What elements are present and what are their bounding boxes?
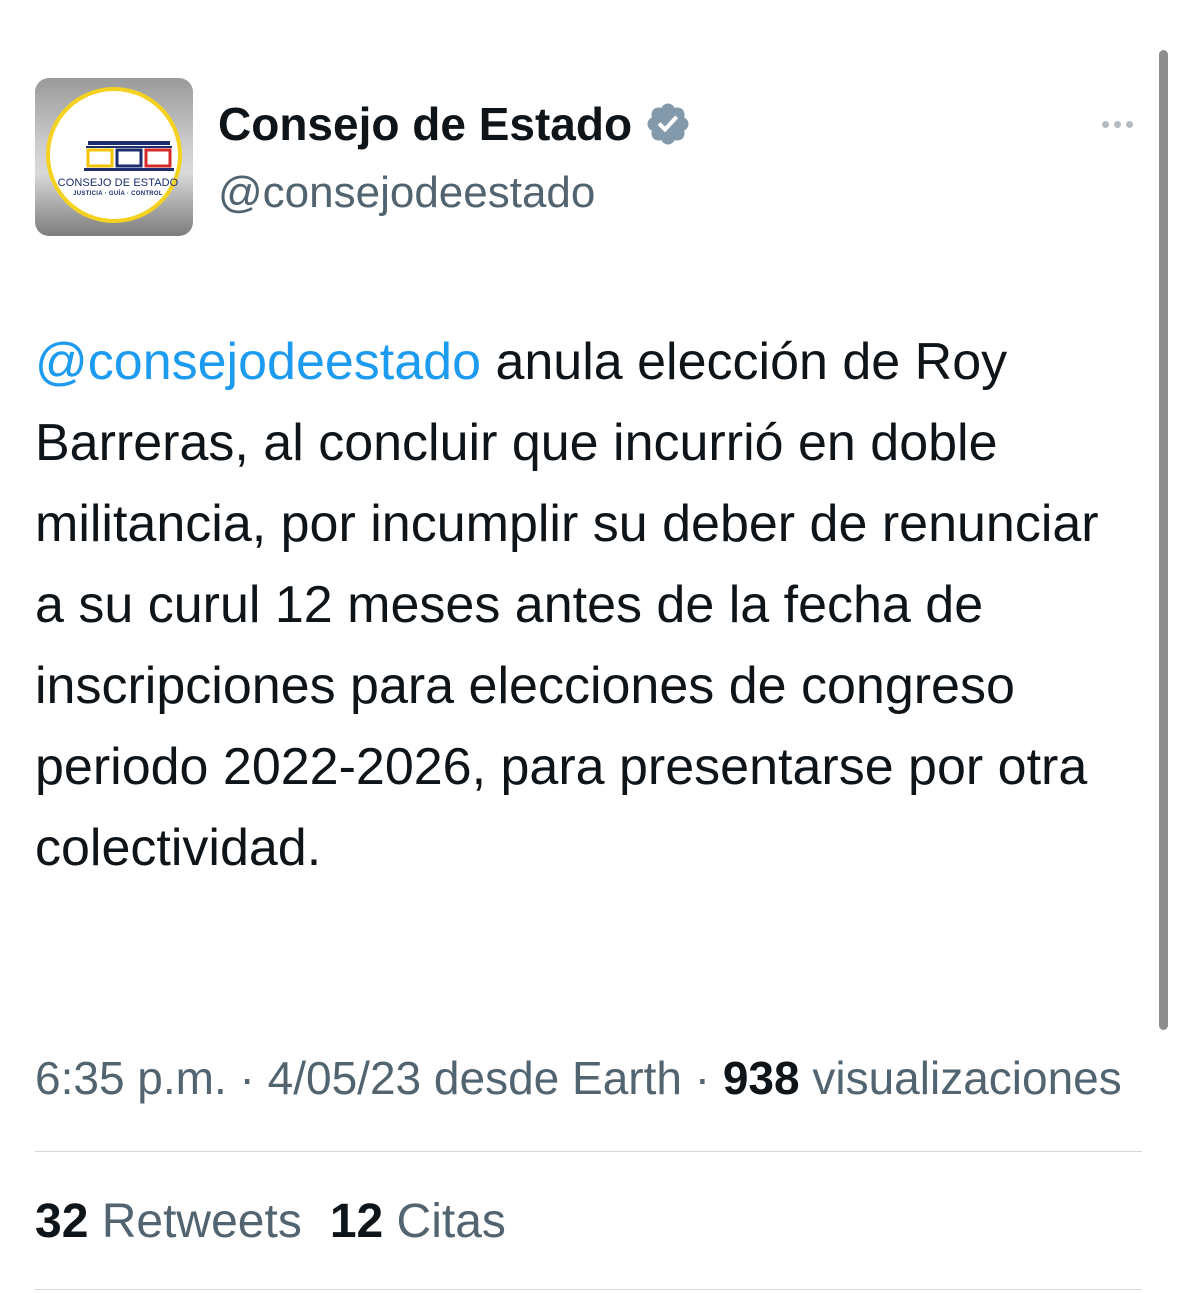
tweet-header: CONSEJO DE ESTADO JUSTICIA · GUÍA · CONT… [35, 78, 1145, 238]
quotes-count: 12 [329, 1195, 384, 1248]
more-options-button[interactable] [1089, 110, 1145, 138]
mention-link[interactable]: @consejodeestado [35, 333, 481, 391]
tweet-meta: 6:35 p.m. · 4/05/23 desde Earth · 938 vi… [35, 1046, 1125, 1110]
avatar[interactable]: CONSEJO DE ESTADO JUSTICIA · GUÍA · CONT… [35, 78, 193, 236]
views-label: visualizaciones [799, 1052, 1122, 1104]
quotes-label: Citas [383, 1195, 506, 1248]
quotes-stat[interactable]: 12 Citas [330, 1190, 506, 1254]
tweet-stats: 32 Retweets 12 Citas [35, 1190, 506, 1254]
more-options-icon [1101, 120, 1109, 128]
author-handle[interactable]: @consejodeestado [218, 166, 595, 220]
tweet-body: anula elección de Roy Barreras, al concl… [35, 333, 1099, 877]
more-options-icon-dot [1125, 120, 1133, 128]
tweet-text: @consejodeestado anula elección de Roy B… [35, 322, 1125, 889]
logo-title: CONSEJO DE ESTADO [57, 177, 179, 189]
scrollbar[interactable] [1159, 50, 1168, 1030]
display-name-row: Consejo de Estado [218, 96, 692, 152]
verified-badge-icon [647, 103, 689, 145]
divider [35, 1289, 1142, 1290]
tweet-timestamp[interactable]: 6:35 p.m. · 4/05/23 desde Earth · [35, 1052, 723, 1104]
retweets-stat[interactable]: 32 Retweets [35, 1190, 302, 1254]
retweets-label: Retweets [88, 1195, 302, 1248]
views-count: 938 [722, 1052, 800, 1104]
logo-seal: CONSEJO DE ESTADO JUSTICIA · GUÍA · CONT… [46, 87, 182, 223]
logo-subtitle: JUSTICIA · GUÍA · CONTROL [73, 191, 163, 197]
retweets-count: 32 [35, 1195, 89, 1248]
more-options-icon-dot [1113, 120, 1121, 128]
divider [35, 1151, 1142, 1152]
display-name[interactable]: Consejo de Estado [218, 96, 632, 152]
building-logo-icon [84, 141, 174, 171]
